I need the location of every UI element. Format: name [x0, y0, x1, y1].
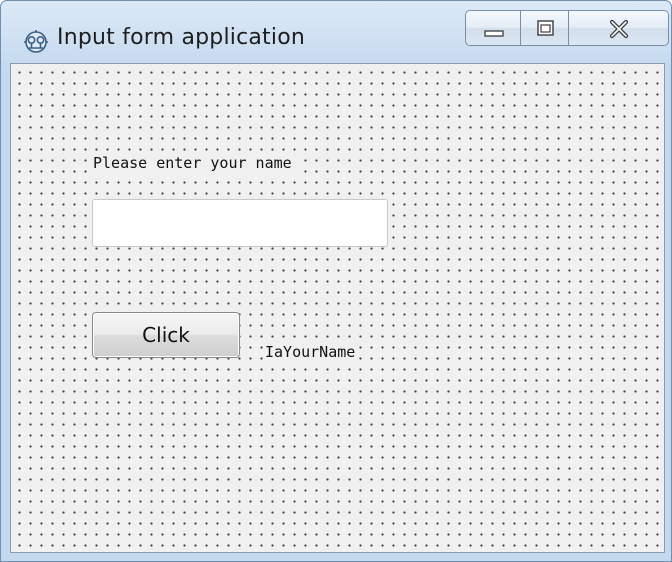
- close-button[interactable]: [569, 10, 669, 46]
- name-input[interactable]: [92, 199, 388, 247]
- caption-buttons: [465, 10, 669, 48]
- minimize-icon: [484, 30, 504, 37]
- app-icon: [23, 29, 49, 55]
- app-window: Input form application Please enter your…: [0, 0, 672, 562]
- click-button[interactable]: Click: [92, 312, 240, 358]
- name-prompt-label: Please enter your name: [91, 152, 298, 174]
- window-title: Input form application: [57, 25, 306, 50]
- maximize-icon: [537, 20, 554, 36]
- maximize-button[interactable]: [521, 10, 569, 46]
- output-label: IaYourName: [263, 342, 360, 362]
- close-icon: [609, 19, 629, 39]
- minimize-button[interactable]: [465, 10, 521, 46]
- title-bar[interactable]: Input form application: [1, 1, 671, 63]
- form-client-area: Please enter your name Click IaYourName: [10, 63, 665, 553]
